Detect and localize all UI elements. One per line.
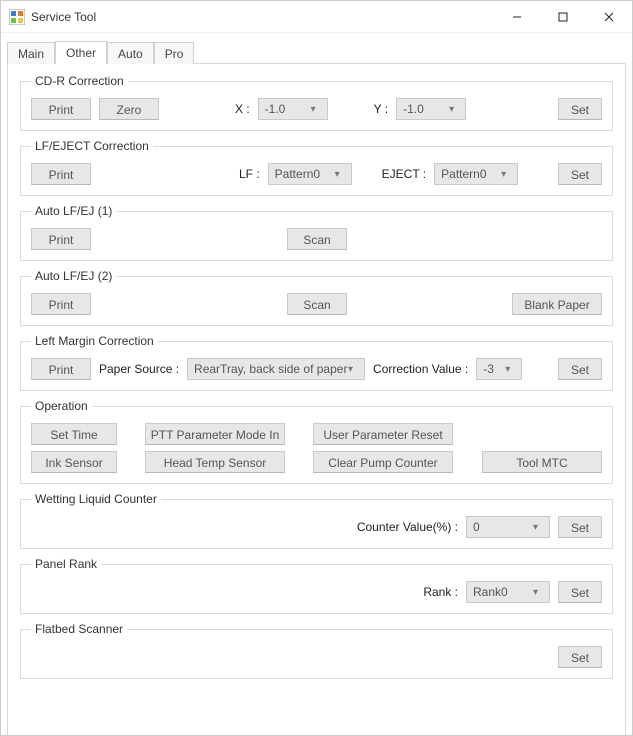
window-title: Service Tool xyxy=(31,10,494,24)
ink-sensor-button[interactable]: Ink Sensor xyxy=(31,451,117,473)
chevron-down-icon: ▾ xyxy=(533,587,543,598)
clear-pump-counter-button[interactable]: Clear Pump Counter xyxy=(313,451,453,473)
tab-panel-other: CD-R Correction Print Zero X : -1.0 ▾ Y … xyxy=(7,63,626,735)
group-panel-rank: Panel Rank Rank : Rank0 ▾ Set xyxy=(20,557,613,614)
x-label: X : xyxy=(235,102,250,116)
set-button[interactable]: Set xyxy=(558,646,602,668)
rank-label: Rank : xyxy=(423,585,458,599)
y-select[interactable]: -1.0 ▾ xyxy=(396,98,466,120)
app-icon xyxy=(9,9,25,25)
correction-value-label: Correction Value : xyxy=(373,362,468,376)
chevron-down-icon: ▾ xyxy=(533,522,543,533)
chevron-down-icon: ▾ xyxy=(348,364,358,375)
tab-pro[interactable]: Pro xyxy=(154,42,195,64)
chevron-down-icon: ▾ xyxy=(335,169,345,180)
print-button[interactable]: Print xyxy=(31,358,91,380)
correction-value: -3 xyxy=(483,362,494,376)
counter-value: 0 xyxy=(473,520,480,534)
paper-source-label: Paper Source : xyxy=(99,362,179,376)
window-controls xyxy=(494,1,632,32)
print-button[interactable]: Print xyxy=(31,98,91,120)
lf-label: LF : xyxy=(239,167,260,181)
set-button[interactable]: Set xyxy=(558,358,602,380)
set-time-button[interactable]: Set Time xyxy=(31,423,117,445)
chevron-down-icon: ▾ xyxy=(505,364,515,375)
minimize-button[interactable] xyxy=(494,1,540,32)
chevron-down-icon: ▾ xyxy=(449,104,459,115)
correction-value-select[interactable]: -3 ▾ xyxy=(476,358,522,380)
group-title: CD-R Correction xyxy=(31,74,128,88)
tabstrip: Main Other Auto Pro xyxy=(7,39,626,63)
group-title: LF/EJECT Correction xyxy=(31,139,153,153)
group-operation: Operation Set Time PTT Parameter Mode In… xyxy=(20,399,613,484)
set-button[interactable]: Set xyxy=(558,581,602,603)
group-cdr-correction: CD-R Correction Print Zero X : -1.0 ▾ Y … xyxy=(20,74,613,131)
print-button[interactable]: Print xyxy=(31,163,91,185)
content-area: Main Other Auto Pro CD-R Correction Prin… xyxy=(1,33,632,735)
y-value: -1.0 xyxy=(403,102,424,116)
eject-select[interactable]: Pattern0 ▾ xyxy=(434,163,518,185)
x-value: -1.0 xyxy=(265,102,286,116)
user-parameter-reset-button[interactable]: User Parameter Reset xyxy=(313,423,453,445)
blank-paper-button[interactable]: Blank Paper xyxy=(512,293,602,315)
chevron-down-icon: ▾ xyxy=(501,169,511,180)
group-lf-eject-correction: LF/EJECT Correction Print LF : Pattern0 … xyxy=(20,139,613,196)
group-title: Auto LF/EJ (2) xyxy=(31,269,116,283)
group-flatbed-scanner: Flatbed Scanner Set xyxy=(20,622,613,679)
lf-value: Pattern0 xyxy=(275,167,320,181)
set-button[interactable]: Set xyxy=(558,98,602,120)
group-title: Operation xyxy=(31,399,92,413)
lf-select[interactable]: Pattern0 ▾ xyxy=(268,163,352,185)
maximize-button[interactable] xyxy=(540,1,586,32)
tab-other[interactable]: Other xyxy=(55,41,107,64)
set-button[interactable]: Set xyxy=(558,516,602,538)
group-auto-lf-ej-2: Auto LF/EJ (2) Print Scan Blank Paper xyxy=(20,269,613,326)
eject-value: Pattern0 xyxy=(441,167,486,181)
head-temp-sensor-button[interactable]: Head Temp Sensor xyxy=(145,451,285,473)
chevron-down-icon: ▾ xyxy=(311,104,321,115)
tool-mtc-button[interactable]: Tool MTC xyxy=(482,451,602,473)
group-title: Wetting Liquid Counter xyxy=(31,492,161,506)
paper-source-value: RearTray, back side of paper xyxy=(194,362,347,376)
rank-value: Rank0 xyxy=(473,585,508,599)
group-left-margin-correction: Left Margin Correction Print Paper Sourc… xyxy=(20,334,613,391)
group-title: Left Margin Correction xyxy=(31,334,158,348)
print-button[interactable]: Print xyxy=(31,293,91,315)
close-button[interactable] xyxy=(586,1,632,32)
ptt-parameter-mode-in-button[interactable]: PTT Parameter Mode In xyxy=(145,423,285,445)
eject-label: EJECT : xyxy=(382,167,426,181)
tab-main[interactable]: Main xyxy=(7,42,55,64)
print-button[interactable]: Print xyxy=(31,228,91,250)
counter-value-select[interactable]: 0 ▾ xyxy=(466,516,550,538)
scan-button[interactable]: Scan xyxy=(287,228,347,250)
group-title: Flatbed Scanner xyxy=(31,622,127,636)
scan-button[interactable]: Scan xyxy=(287,293,347,315)
counter-value-label: Counter Value(%) : xyxy=(357,520,458,534)
group-title: Auto LF/EJ (1) xyxy=(31,204,116,218)
group-wetting-liquid-counter: Wetting Liquid Counter Counter Value(%) … xyxy=(20,492,613,549)
x-select[interactable]: -1.0 ▾ xyxy=(258,98,328,120)
rank-select[interactable]: Rank0 ▾ xyxy=(466,581,550,603)
titlebar: Service Tool xyxy=(1,1,632,33)
y-label: Y : xyxy=(374,102,388,116)
set-button[interactable]: Set xyxy=(558,163,602,185)
zero-button[interactable]: Zero xyxy=(99,98,159,120)
group-auto-lf-ej-1: Auto LF/EJ (1) Print Scan xyxy=(20,204,613,261)
tab-auto[interactable]: Auto xyxy=(107,42,154,64)
paper-source-select[interactable]: RearTray, back side of paper ▾ xyxy=(187,358,365,380)
group-title: Panel Rank xyxy=(31,557,101,571)
window: Service Tool Main Other Auto Pro CD-R Co… xyxy=(0,0,633,736)
